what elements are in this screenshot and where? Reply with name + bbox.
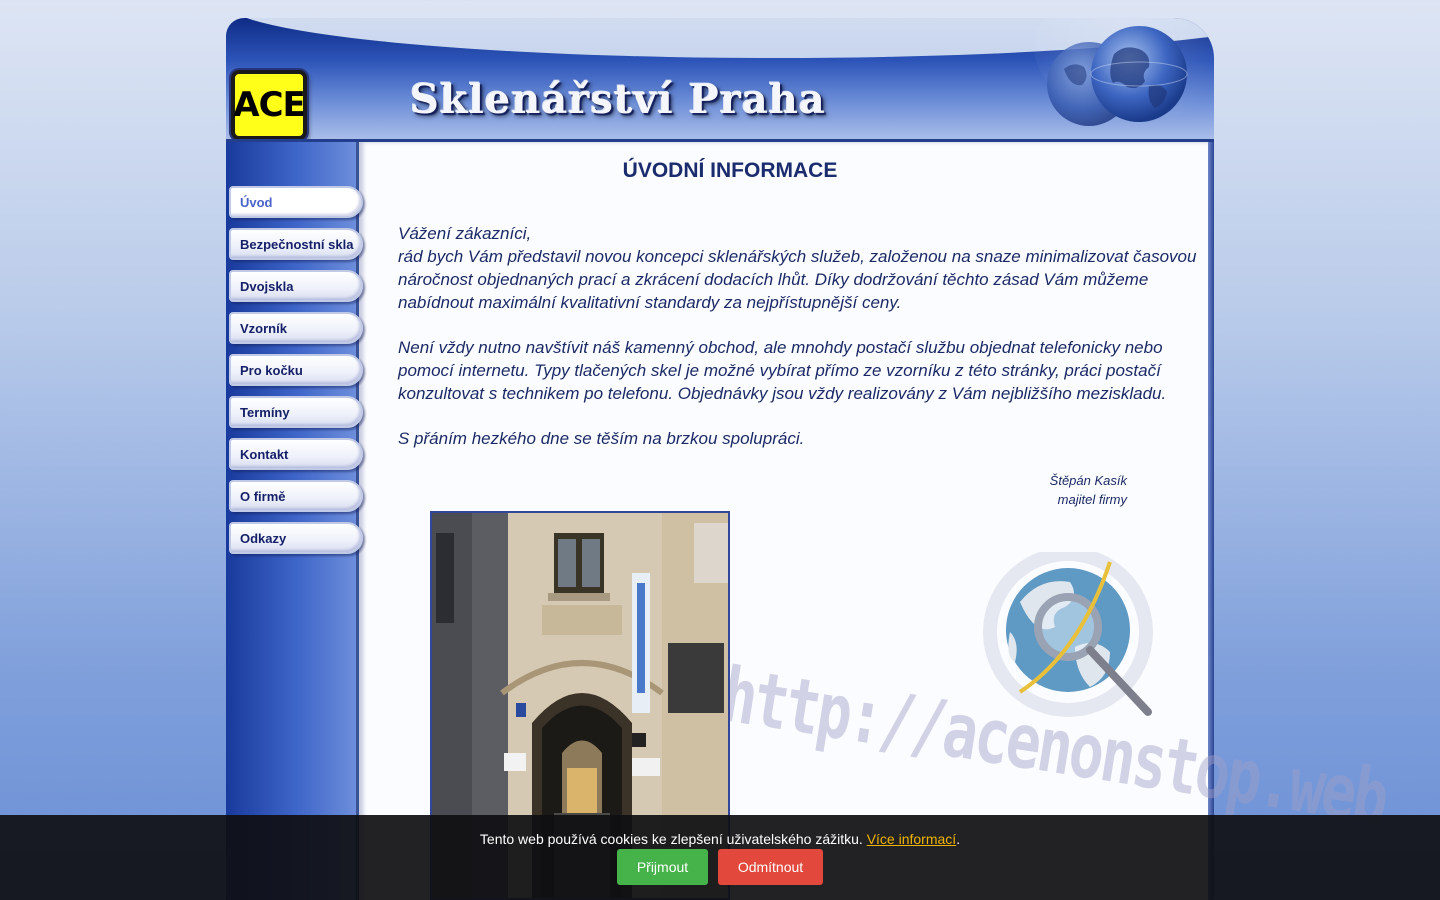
nav-item-vzornik[interactable]: Vzorník [229, 312, 363, 344]
main-nav: Úvod Bezpečnostní skla Dvojskla Vzorník … [229, 186, 365, 564]
signature-role: majitel firmy [1057, 492, 1127, 507]
cookie-suffix: . [956, 831, 961, 847]
site-title: Sklenářství Praha [410, 76, 826, 123]
greeting: Vážení zákazníci, [398, 224, 532, 243]
reject-cookies-button[interactable]: Odmítnout [718, 849, 823, 885]
page-title: ÚVODNÍ INFORMACE [622, 159, 838, 182]
nav-item-odkazy[interactable]: Odkazy [229, 522, 363, 554]
nav-item-terminy[interactable]: Termíny [229, 396, 363, 428]
signature: Štěpán Kasík majitel firmy [1000, 471, 1127, 509]
intro-paragraph-3: S přáním hezkého dne se těším na brzkou … [398, 429, 805, 448]
intro-greeting-block: Vážení zákazníci, rád bych Vám představi… [398, 222, 1198, 314]
intro-text: Vážení zákazníci, rád bych Vám představi… [398, 222, 1198, 472]
globe-magnifier-icon [983, 552, 1153, 717]
accept-cookies-button[interactable]: Přijmout [617, 849, 708, 885]
nav-item-o-firme[interactable]: O firmě [229, 480, 363, 512]
cookie-more-info-link[interactable]: Více informací [867, 831, 956, 847]
nav-item-dvojskla[interactable]: Dvojskla [229, 270, 363, 302]
cookie-bar: Tento web používá cookies ke zlepšení už… [0, 815, 1440, 900]
intro-paragraph-1: rád bych Vám představil novou koncepci s… [398, 247, 1197, 312]
globe-icon [1047, 26, 1188, 126]
cookie-text: Tento web používá cookies ke zlepšení už… [479, 831, 863, 847]
ace-logo[interactable]: ACE [231, 70, 307, 139]
site-header: ACE Sklenářství Praha [226, 18, 1214, 142]
nav-item-bezpecnostni-skla[interactable]: Bezpečnostní skla [229, 228, 363, 260]
intro-paragraph-2: Není vždy nutno navštívit náš kamenný ob… [398, 338, 1167, 403]
signature-name: Štěpán Kasík [1049, 473, 1127, 488]
nav-item-kontakt[interactable]: Kontakt [229, 438, 363, 470]
nav-item-uvod[interactable]: Úvod [229, 186, 363, 218]
nav-item-pro-kocku[interactable]: Pro kočku [229, 354, 363, 386]
cookie-message: Tento web používá cookies ke zlepšení už… [0, 831, 1440, 847]
